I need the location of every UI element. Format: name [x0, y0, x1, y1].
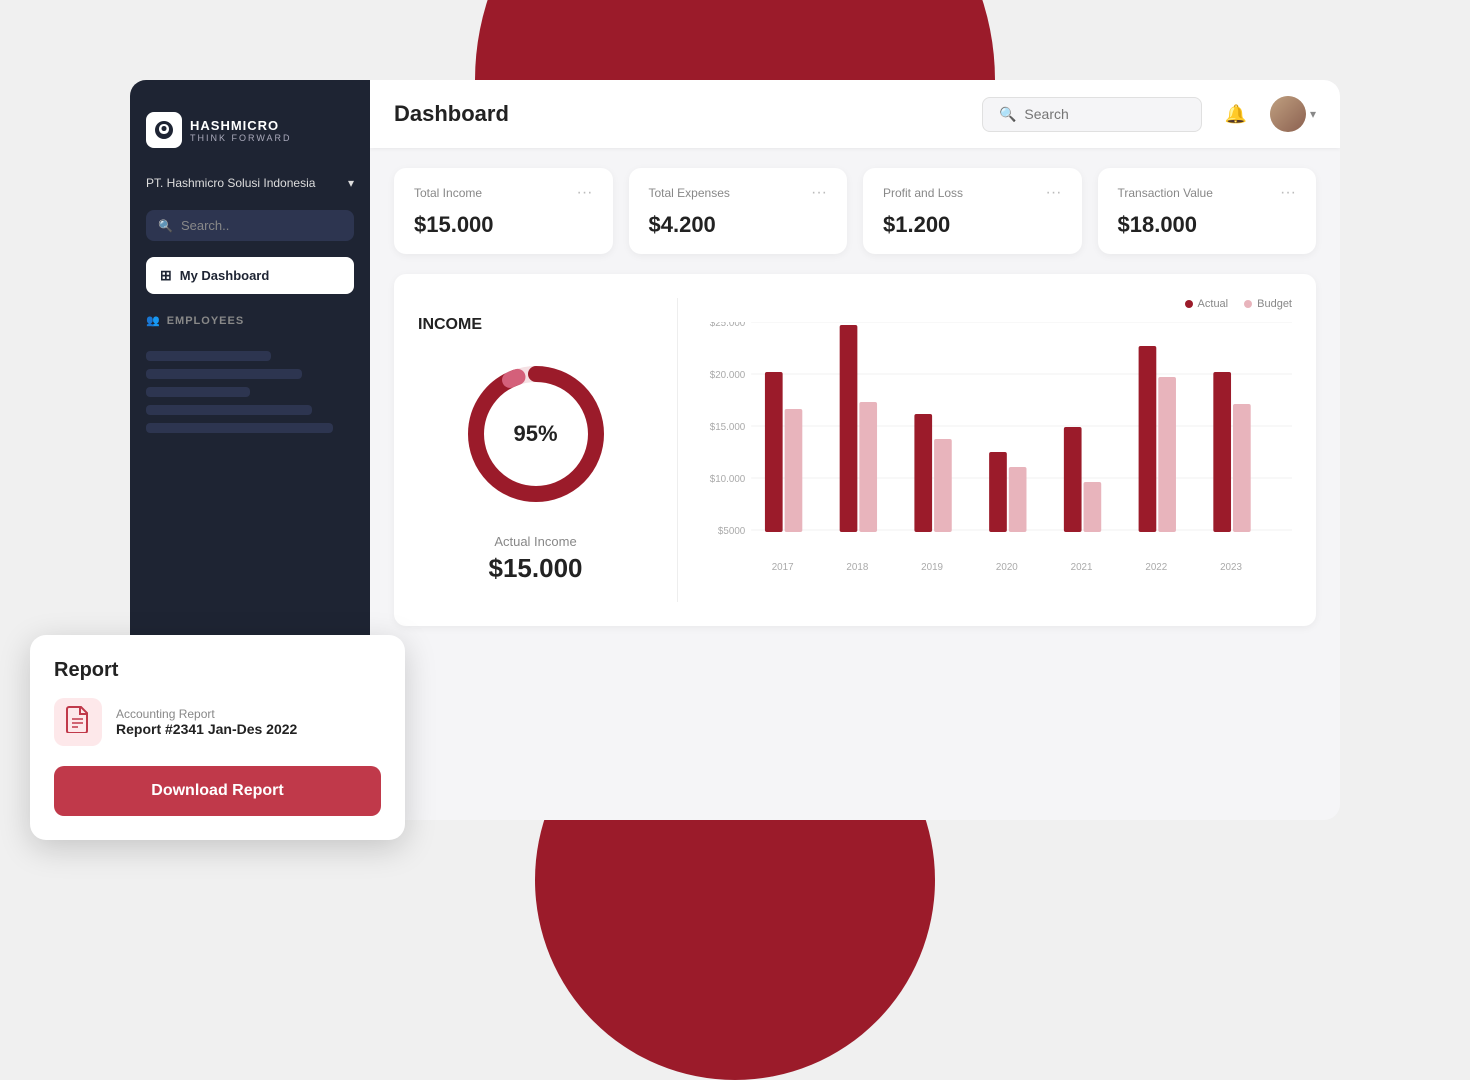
- report-type: Accounting Report: [116, 707, 297, 721]
- svg-text:2020: 2020: [996, 562, 1018, 573]
- svg-text:2022: 2022: [1145, 562, 1167, 573]
- user-dropdown[interactable]: ▾: [1270, 96, 1316, 132]
- stat-card-value: $18.000: [1118, 212, 1297, 238]
- donut-center: 95%: [513, 421, 557, 447]
- stat-card-header: Total Income ···: [414, 184, 593, 202]
- svg-text:$25.000: $25.000: [710, 322, 746, 329]
- chevron-down-icon: ▾: [348, 176, 354, 190]
- search-bar[interactable]: 🔍: [982, 97, 1202, 132]
- stat-card-header: Transaction Value ···: [1118, 184, 1297, 202]
- avatar: [1270, 96, 1306, 132]
- svg-text:2021: 2021: [1071, 562, 1093, 573]
- skeleton-line-2: [146, 369, 302, 379]
- logo-subtitle: THINK FORWARD: [190, 133, 292, 143]
- card-menu-icon[interactable]: ···: [1280, 184, 1296, 202]
- sidebar-section-employees: 👥 EMPLOYEES: [146, 310, 354, 331]
- sidebar-search[interactable]: 🔍 Search..: [146, 210, 354, 241]
- svg-text:2018: 2018: [846, 562, 868, 573]
- donut-percent: 95%: [513, 421, 557, 447]
- report-file-icon: [65, 705, 91, 739]
- stat-card-header: Total Expenses ···: [649, 184, 828, 202]
- legend-actual: Actual: [1185, 298, 1229, 310]
- skeleton-line-5: [146, 423, 333, 433]
- logo-text: HASHMICRO THINK FORWARD: [190, 118, 292, 143]
- legend-actual-label: Actual: [1198, 298, 1229, 310]
- report-name: Report #2341 Jan-Des 2022: [116, 721, 297, 737]
- download-report-button[interactable]: Download Report: [54, 766, 381, 816]
- income-right: Actual Budget: [678, 298, 1292, 602]
- stat-card-value: $15.000: [414, 212, 593, 238]
- stat-card-transaction-value: Transaction Value ··· $18.000: [1098, 168, 1317, 254]
- svg-text:$15.000: $15.000: [710, 422, 746, 433]
- avatar-image: [1270, 96, 1306, 132]
- svg-text:2017: 2017: [772, 562, 794, 573]
- main-content: Dashboard 🔍 🔔 ▾: [370, 80, 1340, 820]
- report-card: Report Accounting Report Report #2341 Ja…: [30, 635, 405, 840]
- company-selector[interactable]: PT. Hashmicro Solusi Indonesia ▾: [146, 172, 354, 194]
- stat-card-header: Profit and Loss ···: [883, 184, 1062, 202]
- sidebar-logo: HASHMICRO THINK FORWARD: [146, 104, 354, 156]
- employees-icon: 👥: [146, 314, 161, 327]
- card-menu-icon[interactable]: ···: [577, 184, 593, 202]
- legend-budget-label: Budget: [1257, 298, 1292, 310]
- legend-dot-budget: [1244, 300, 1252, 308]
- bar-chart-svg: $25.000 $20.000 $15.000 $10.000 $5000: [702, 322, 1292, 582]
- logo-title: HASHMICRO: [190, 118, 292, 133]
- stat-card-total-income: Total Income ··· $15.000: [394, 168, 613, 254]
- search-icon: 🔍: [999, 106, 1016, 123]
- svg-text:2023: 2023: [1220, 562, 1242, 573]
- stat-card-label: Total Expenses: [649, 186, 730, 200]
- stat-card-label: Total Income: [414, 186, 482, 200]
- logo-icon: [146, 112, 182, 148]
- sidebar-item-label: My Dashboard: [180, 268, 270, 283]
- donut-chart: 95%: [456, 354, 616, 514]
- skeleton-line-3: [146, 387, 250, 397]
- income-title: INCOME: [418, 316, 482, 334]
- stat-card-label: Transaction Value: [1118, 186, 1213, 200]
- card-menu-icon[interactable]: ···: [1046, 184, 1062, 202]
- svg-text:$5000: $5000: [718, 526, 746, 537]
- chevron-down-icon: ▾: [1310, 107, 1316, 121]
- legend-budget: Budget: [1244, 298, 1292, 310]
- search-input[interactable]: [1024, 106, 1184, 122]
- page-title: Dashboard: [394, 101, 509, 127]
- sidebar-skeleton: [146, 351, 354, 433]
- dashboard-body: Total Income ··· $15.000 Total Expenses …: [370, 148, 1340, 820]
- stat-cards: Total Income ··· $15.000 Total Expenses …: [394, 168, 1316, 254]
- report-item: Accounting Report Report #2341 Jan-Des 2…: [54, 698, 381, 746]
- income-section: INCOME 95%: [394, 274, 1316, 626]
- sidebar-item-my-dashboard[interactable]: ⊞ My Dashboard: [146, 257, 354, 294]
- stat-card-total-expenses: Total Expenses ··· $4.200: [629, 168, 848, 254]
- sidebar-search-text: Search..: [181, 218, 229, 233]
- card-menu-icon[interactable]: ···: [811, 184, 827, 202]
- svg-text:$20.000: $20.000: [710, 370, 746, 381]
- dashboard-icon: ⊞: [160, 267, 172, 284]
- bar-chart-wrapper: $25.000 $20.000 $15.000 $10.000 $5000: [702, 322, 1292, 602]
- chart-legend: Actual Budget: [702, 298, 1292, 310]
- stat-card-profit-loss: Profit and Loss ··· $1.200: [863, 168, 1082, 254]
- report-info: Accounting Report Report #2341 Jan-Des 2…: [116, 707, 297, 737]
- income-left: INCOME 95%: [418, 298, 678, 602]
- stat-card-label: Profit and Loss: [883, 186, 963, 200]
- search-icon: 🔍: [158, 219, 173, 233]
- stat-card-value: $1.200: [883, 212, 1062, 238]
- company-name: PT. Hashmicro Solusi Indonesia: [146, 176, 315, 190]
- stat-card-value: $4.200: [649, 212, 828, 238]
- legend-dot-actual: [1185, 300, 1193, 308]
- actual-income-label: Actual Income: [494, 534, 576, 549]
- actual-income-value: $15.000: [489, 553, 583, 584]
- topbar: Dashboard 🔍 🔔 ▾: [370, 80, 1340, 148]
- report-card-title: Report: [54, 659, 381, 682]
- skeleton-line-4: [146, 405, 312, 415]
- report-icon-wrap: [54, 698, 102, 746]
- svg-text:2019: 2019: [921, 562, 943, 573]
- skeleton-line-1: [146, 351, 271, 361]
- topbar-right: 🔍 🔔 ▾: [982, 96, 1316, 132]
- notification-icon[interactable]: 🔔: [1218, 96, 1254, 132]
- svg-text:$10.000: $10.000: [710, 474, 746, 485]
- section-label: EMPLOYEES: [167, 315, 244, 327]
